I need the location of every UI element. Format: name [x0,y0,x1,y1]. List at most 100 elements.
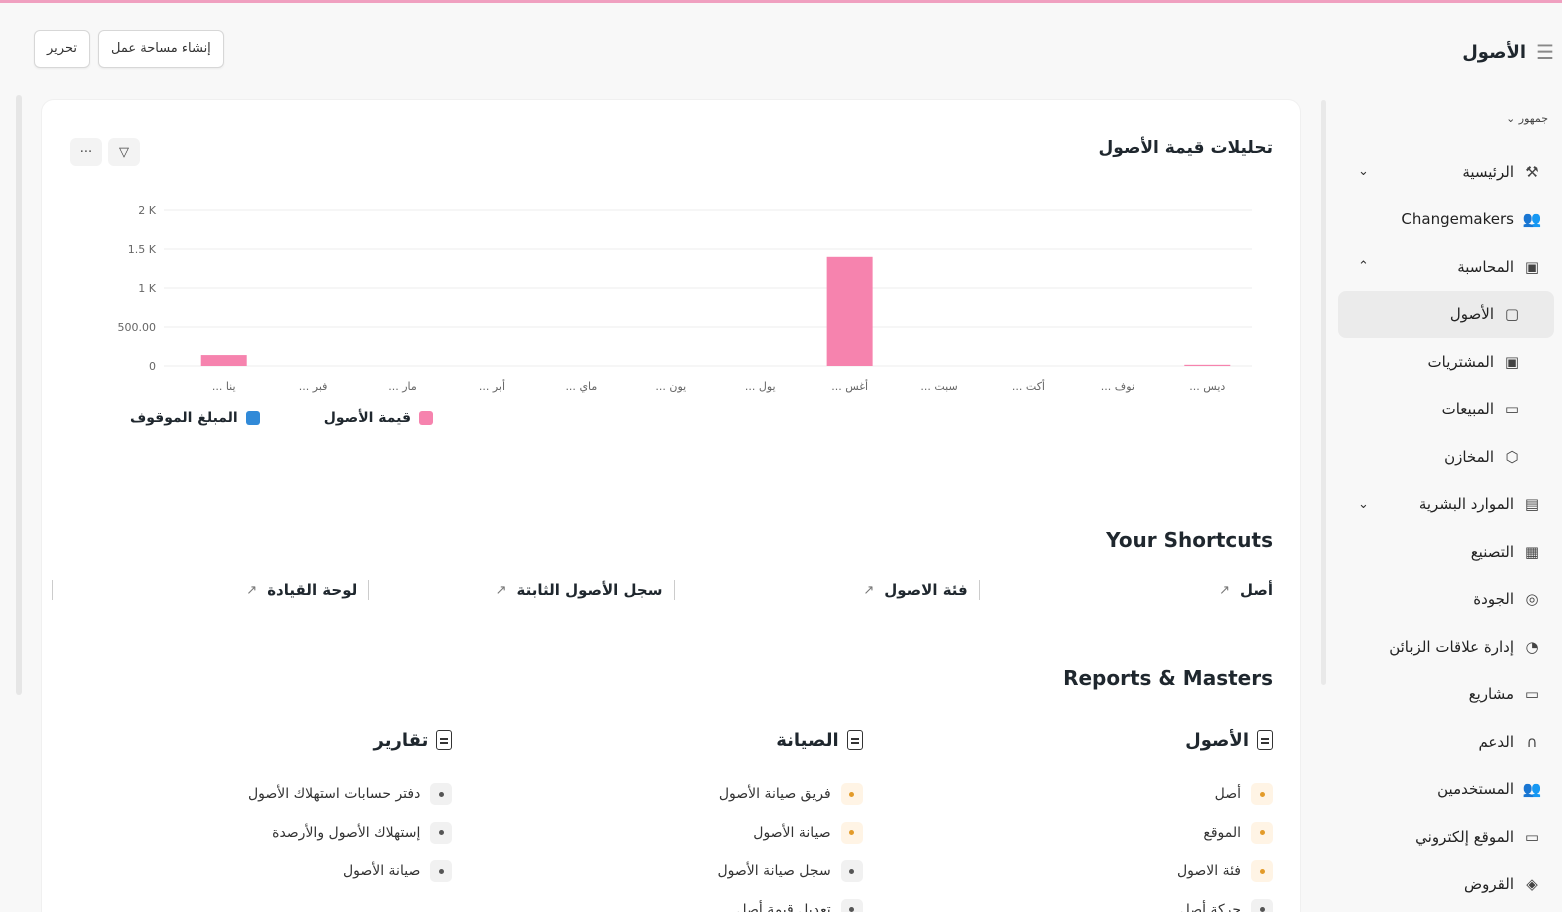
shortcuts-divider [52,580,53,600]
legend-item[interactable]: قيمة الأصول [323,410,434,426]
arrow-up-right-icon: ↗ [863,582,875,598]
sidebar-item-label: الموقع إلكتروني [1415,827,1514,846]
page-header: ☰ الأصول تحرير إنشاء مساحة عمل [34,30,1558,70]
sales-icon: ▭ [1504,400,1520,419]
x-tick-label: ... أغس [831,379,868,393]
sidebar-item[interactable]: ⬡ المخازن [1338,433,1548,481]
report-column-header: تقارير [42,725,453,755]
sidebar-item-label: الدعم [1478,732,1514,751]
shortcut-link[interactable]: فئة الاصول ↗ [663,578,981,602]
sidebar-item[interactable]: 👥 المستخدمين [1338,766,1548,814]
chevron-down-icon[interactable]: ⌄ [1358,164,1369,179]
report-link[interactable]: فئة الاصول [863,852,1273,891]
sidebar-item[interactable]: ▤ الموارد البشرية ⌄ [1338,481,1548,529]
x-tick-label: ... أبر [479,379,505,393]
shortcut-label: لوحة القيادة [267,581,358,599]
page-title-text: الأصول [1462,41,1527,63]
report-link[interactable]: صيانة الأصول [452,814,863,853]
x-tick-label: ... ينا [212,380,236,393]
sidebar-item-label: المشتريات [1427,352,1494,371]
sidebar-item[interactable]: ◎ الجودة [1338,576,1548,624]
arrow-up-right-icon: ↗ [495,582,507,598]
sidebar-scrollbar[interactable] [1321,100,1326,685]
report-list: دفتر حسابات استهلاك الأصول إستهلاك الأصول… [42,775,453,891]
report-link[interactable]: سجل صيانة الأصول [452,852,863,891]
sidebar-item[interactable]: ⚒ الرئيسية ⌄ [1338,148,1548,196]
report-link[interactable]: حركة أصل [863,891,1273,912]
shortcut-link[interactable]: لوحة القيادة ↗ [52,578,370,602]
report-list: أصل الموقع فئة الاصول حركة أصل [863,775,1273,912]
more-options-button[interactable]: ··· [70,138,102,166]
report-link-label: الموقع [1203,824,1241,841]
report-link[interactable]: تعديل قيمة أصل [452,891,863,912]
x-tick-label: ... مار [388,380,417,393]
bullet-icon [430,783,453,806]
report-column: تقارير دفتر حسابات استهلاك الأصول إستهلاك … [42,725,453,912]
page-scrollbar[interactable] [16,95,22,695]
sidebar-item[interactable]: ▭ المبيعات [1338,386,1548,434]
edit-button[interactable]: تحرير [34,30,90,68]
report-link[interactable]: أصل [863,775,1273,814]
chart-bar[interactable] [1184,364,1231,366]
report-link[interactable]: دفتر حسابات استهلاك الأصول [42,775,453,814]
x-tick-label: ... ديس [1189,380,1225,393]
y-tick-label: 1.5 K [128,243,157,256]
reports-columns: الأصول أصل الموقع فئة الاصول حركة أصل الصيانة… [42,725,1273,912]
document-icon [436,730,453,750]
bullet-icon [840,860,863,883]
bullet-icon [1251,783,1273,806]
menu-icon[interactable]: ☰ [1536,40,1554,64]
chart-legend: قيمة الأصول المبلغ الموقوف [130,410,434,426]
report-link-label: فئة الاصول [1176,863,1241,880]
sidebar-item-label: القروض [1464,875,1514,894]
sidebar: جمهور ⌄ ⚒ الرئيسية ⌄ 👥 Changemakers ▣ المحاسبة… [1338,100,1554,912]
document-icon [846,730,863,750]
sidebar-item-label: الجودة [1473,590,1514,609]
x-tick-label: ... يول [745,380,776,393]
sidebar-item-label: إدارة علاقات الزبائن [1389,637,1514,656]
report-link[interactable]: إستهلاك الأصول والأرصدة [42,814,453,853]
sidebar-item[interactable]: ▭ الموقع إلكتروني [1338,813,1548,861]
report-column: الأصول أصل الموقع فئة الاصول حركة أصل [863,725,1273,912]
sidebar-item[interactable]: ▣ المحاسبة ⌃ [1338,243,1548,291]
bullet-icon [1251,898,1273,912]
sidebar-item-label: التصنيع [1470,542,1514,561]
workspace-switcher[interactable]: جمهور ⌄ [1506,112,1548,125]
report-link[interactable]: الموقع [863,814,1273,853]
sidebar-item[interactable]: ▦ التصنيع [1338,528,1548,576]
chevron-down-icon[interactable]: ⌄ [1358,497,1369,512]
users-icon: 👥 [1522,210,1542,229]
create-workspace-button[interactable]: إنشاء مساحة عمل [97,30,224,68]
bullet-icon [1251,860,1273,883]
sidebar-item-label: المستخدمين [1437,780,1514,799]
legend-label: قيمة الأصول [323,410,412,426]
filter-icon[interactable]: ▽ [108,138,140,166]
x-tick-label: ... ماي [565,380,597,393]
report-link[interactable]: فريق صيانة الأصول [452,775,863,814]
legend-label: المبلغ الموقوف [130,410,238,426]
sidebar-item[interactable]: ◈ القروض [1338,861,1548,909]
sidebar-item[interactable]: ▣ المشتريات [1338,338,1548,386]
sidebar-item[interactable]: ▢ الأصول [1338,290,1554,338]
legend-item[interactable]: المبلغ الموقوف [130,410,260,426]
report-column-title: الأصول [1185,729,1249,751]
shortcut-link[interactable]: أصل ↗ [968,578,1273,602]
reports-title: Reports & Masters [1063,666,1273,690]
report-column-title: الصيانة [776,729,839,751]
sidebar-item[interactable]: ▭ مشاريع [1338,671,1548,719]
shortcut-link[interactable]: سجل الأصول الثابتة ↗ [357,578,675,602]
quality-icon: ◎ [1525,590,1539,609]
report-link[interactable]: صيانة الأصول [42,852,453,891]
box-icon: ⬡ [1505,447,1519,466]
chevron-up-icon[interactable]: ⌃ [1358,259,1369,274]
arrow-up-right-icon: ↗ [246,582,258,598]
shortcut-label: فئة الاصول [884,581,968,599]
report-link-label: صيانة الأصول [342,863,421,880]
bullet-icon [430,821,453,844]
chart-bar[interactable] [200,355,247,366]
sidebar-item[interactable]: 👥 Changemakers [1338,196,1548,244]
sidebar-item[interactable]: ◔ إدارة علاقات الزبائن [1338,623,1548,671]
x-tick-label: ... نوف [1101,380,1135,393]
sidebar-item[interactable]: ∩ الدعم [1338,718,1548,766]
chart-bar[interactable] [826,256,873,366]
